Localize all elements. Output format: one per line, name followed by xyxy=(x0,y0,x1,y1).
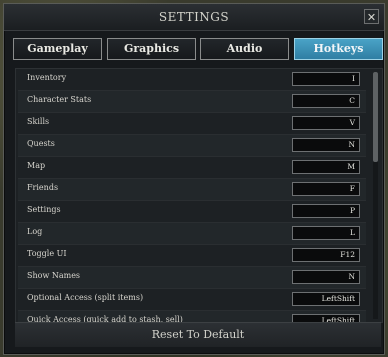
hotkey-label: Character Stats xyxy=(27,95,92,104)
hotkey-field[interactable]: N xyxy=(292,138,360,152)
hotkey-field[interactable]: I xyxy=(292,72,360,86)
hotkey-label: Skills xyxy=(27,117,50,126)
hotkey-field[interactable]: C xyxy=(292,94,360,108)
settings-window: SETTINGS ✕ Gameplay Graphics Audio Hotke… xyxy=(3,3,385,355)
hotkey-label: Optional Access (split items) xyxy=(27,293,144,302)
tab-graphics[interactable]: Graphics xyxy=(107,38,196,60)
hotkey-field[interactable]: F12 xyxy=(292,248,360,262)
hotkey-label: Inventory xyxy=(27,73,67,82)
hotkey-field[interactable]: F xyxy=(292,182,360,196)
hotkey-label: Show Names xyxy=(27,271,81,280)
tab-audio[interactable]: Audio xyxy=(200,38,289,60)
hotkey-field[interactable]: M xyxy=(292,160,360,174)
hotkey-field[interactable]: L xyxy=(292,226,360,240)
hotkey-label: Friends xyxy=(27,183,59,192)
hotkey-field[interactable]: N xyxy=(292,270,360,284)
hotkey-label: Settings xyxy=(27,205,61,214)
hotkey-row-quests: Quests N xyxy=(18,135,366,157)
window-title: SETTINGS xyxy=(158,10,230,24)
titlebar: SETTINGS ✕ xyxy=(4,4,384,31)
hotkey-label: Toggle UI xyxy=(27,249,67,258)
hotkey-row-optional-access: Optional Access (split items) LeftShift xyxy=(18,289,366,311)
hotkey-row-settings: Settings P xyxy=(18,201,366,223)
hotkey-label: Log xyxy=(27,227,43,236)
hotkey-field[interactable]: V xyxy=(292,116,360,130)
scrollbar[interactable] xyxy=(373,72,378,319)
hotkey-row-character-stats: Character Stats C xyxy=(18,91,366,113)
reset-to-default-button[interactable]: Reset To Default xyxy=(15,322,381,347)
close-icon[interactable]: ✕ xyxy=(364,9,379,24)
hotkey-field[interactable]: P xyxy=(292,204,360,218)
hotkey-row-toggle-ui: Toggle UI F12 xyxy=(18,245,366,267)
hotkey-field[interactable]: LeftShift xyxy=(292,292,360,306)
hotkey-row-inventory: Inventory I xyxy=(18,69,366,91)
tab-hotkeys[interactable]: Hotkeys xyxy=(294,38,383,60)
hotkey-label: Map xyxy=(27,161,46,170)
tab-gameplay[interactable]: Gameplay xyxy=(13,38,102,60)
scrollbar-thumb[interactable] xyxy=(373,72,378,162)
settings-tabs: Gameplay Graphics Audio Hotkeys xyxy=(13,38,383,60)
hotkey-row-show-names: Show Names N xyxy=(18,267,366,289)
hotkey-row-log: Log L xyxy=(18,223,366,245)
hotkeys-panel: Inventory I Character Stats C Skills V Q… xyxy=(15,68,383,323)
hotkey-row-map: Map M xyxy=(18,157,366,179)
hotkey-label: Quests xyxy=(27,139,55,148)
hotkey-row-friends: Friends F xyxy=(18,179,366,201)
hotkey-row-skills: Skills V xyxy=(18,113,366,135)
